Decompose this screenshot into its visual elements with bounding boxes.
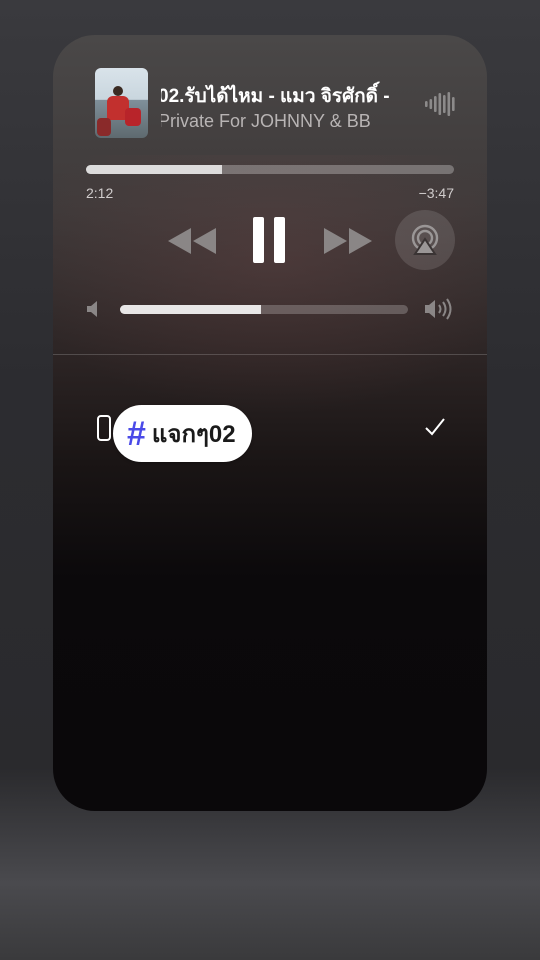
fast-forward-button[interactable] bbox=[322, 221, 374, 261]
playback-progress-bar[interactable] bbox=[86, 165, 454, 174]
hashtag-label: แจกๆ02 bbox=[151, 421, 236, 448]
volume-slider[interactable] bbox=[120, 305, 408, 314]
audio-waveform-icon bbox=[425, 92, 455, 116]
time-remaining: −3:47 bbox=[418, 185, 454, 201]
fast-forward-icon bbox=[324, 228, 372, 254]
volume-low-icon bbox=[87, 301, 97, 317]
checkmark-icon bbox=[425, 418, 445, 436]
pause-button[interactable] bbox=[249, 213, 289, 267]
track-subtitle: Private For JOHNNY & BB bbox=[161, 111, 371, 131]
track-title: 02.รับได้ไหม - แมว จิรศักดิ์ - bbox=[161, 86, 390, 107]
rewind-icon bbox=[168, 228, 216, 254]
airplay-icon bbox=[411, 224, 439, 255]
hashtag-sticker[interactable]: # แจกๆ02 bbox=[113, 405, 252, 462]
airplay-button[interactable] bbox=[395, 210, 455, 270]
iphone-icon bbox=[97, 415, 111, 441]
playback-progress-fill bbox=[86, 165, 223, 174]
time-elapsed: 2:12 bbox=[86, 185, 114, 201]
hashtag-icon: # bbox=[127, 414, 146, 453]
volume-slider-fill bbox=[120, 305, 262, 314]
album-artwork[interactable] bbox=[95, 68, 148, 138]
section-divider bbox=[53, 354, 487, 355]
volume-high-icon bbox=[425, 298, 452, 320]
pause-icon bbox=[253, 217, 285, 263]
rewind-button[interactable] bbox=[166, 221, 218, 261]
